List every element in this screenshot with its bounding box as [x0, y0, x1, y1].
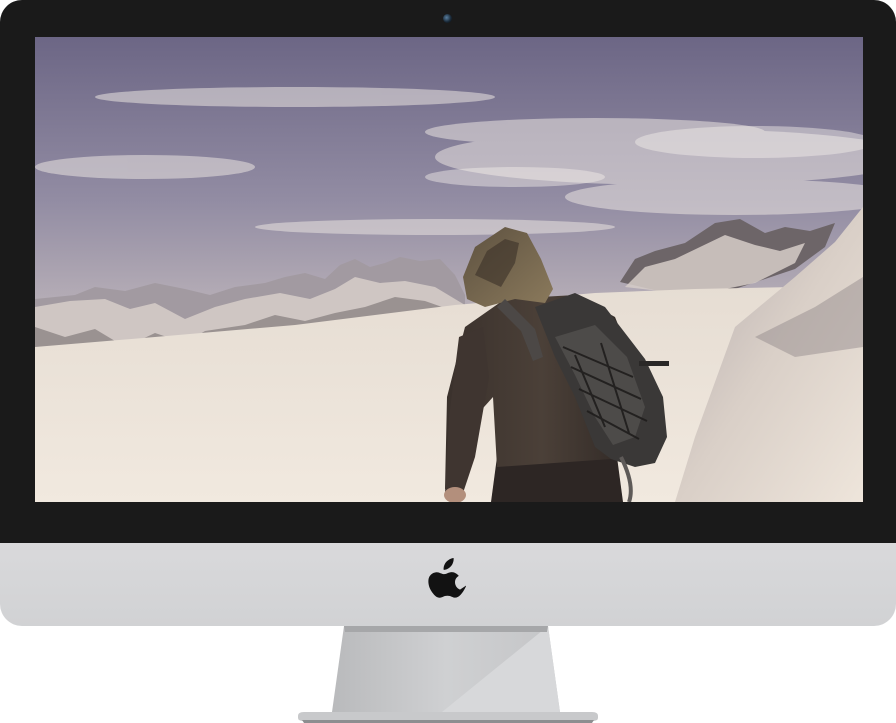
wallpaper-photo: [35, 37, 863, 502]
imac-mockup: [0, 0, 896, 723]
apple-logo-icon: [428, 558, 466, 598]
imac-stand: [298, 626, 598, 723]
desktop-screen: [35, 37, 863, 502]
camera-icon: [443, 14, 452, 23]
